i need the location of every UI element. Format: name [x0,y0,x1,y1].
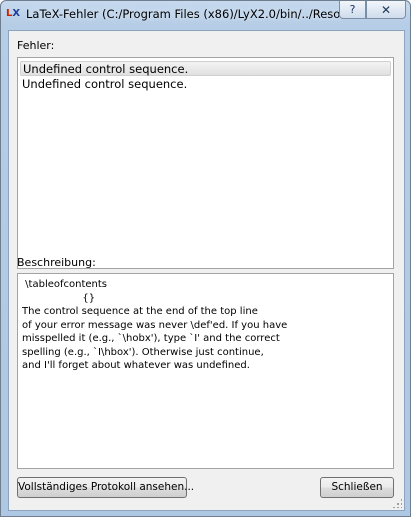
view-full-log-button[interactable]: Vollständiges Protokoll ansehen... [17,477,194,498]
close-icon: ✕ [380,3,392,17]
window-title: LaTeX-Fehler (C:/Program Files (x86)/LyX… [26,7,342,21]
close-window-button[interactable]: ✕ [366,1,406,19]
dialog-client-area: Fehler: Undefined control sequence. Unde… [8,30,405,511]
question-mark-icon: ? [349,3,356,16]
resize-grip[interactable] [392,498,402,508]
error-list-item[interactable]: Undefined control sequence. [20,61,391,76]
errors-list[interactable]: Undefined control sequence. Undefined co… [17,57,394,269]
help-button[interactable]: ? [339,1,366,19]
title-bar[interactable]: LX LaTeX-Fehler (C:/Program Files (x86)/… [1,1,410,29]
description-text-area[interactable]: \tableofcontents {} The control sequence… [17,273,394,469]
description-label: Beschreibung: [17,256,96,269]
app-icon-letter-x: X [12,8,21,19]
error-list-item[interactable]: Undefined control sequence. [20,77,391,92]
close-button[interactable]: Schließen [320,477,394,498]
dialog-window: LX LaTeX-Fehler (C:/Program Files (x86)/… [0,0,411,517]
errors-label: Fehler: [17,39,55,52]
lyx-app-icon: LX [6,7,22,21]
